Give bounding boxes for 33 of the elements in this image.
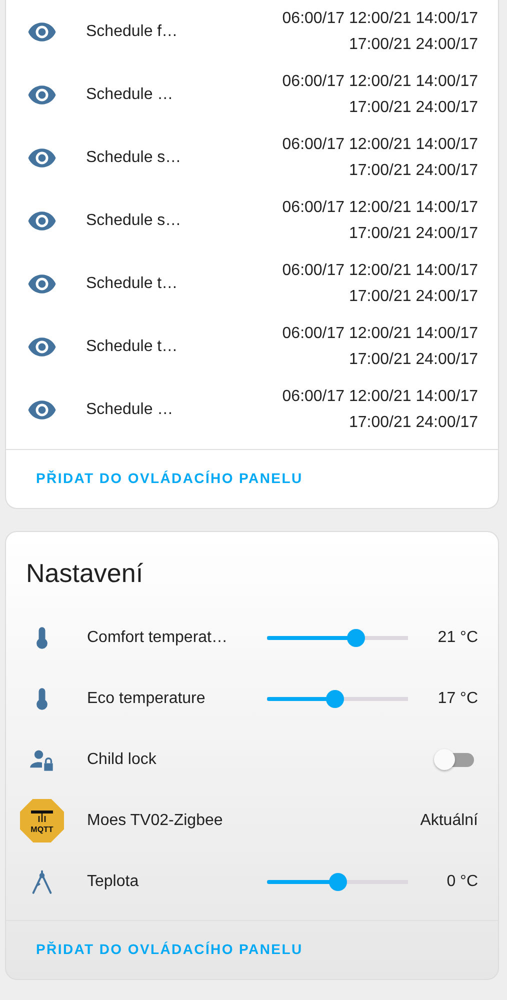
schedule-times: 17:00/21 24:00/17 bbox=[348, 34, 478, 54]
entity-name[interactable]: Moes TV02-Zigbee bbox=[87, 812, 223, 830]
entity-name[interactable]: Comfort temperat… bbox=[87, 628, 228, 646]
entity-name[interactable]: Schedule t… bbox=[86, 338, 178, 356]
entity-name[interactable]: Schedule s… bbox=[86, 212, 182, 230]
entity-name[interactable]: Schedule s… bbox=[86, 148, 182, 166]
entity-name[interactable]: Eco temperature bbox=[87, 690, 206, 708]
card-title: Nastavení bbox=[25, 557, 144, 590]
schedule-times: 17:00/21 24:00/17 bbox=[348, 350, 478, 370]
schedule-times: 06:00/17 12:00/21 14:00/17 bbox=[282, 8, 478, 28]
schedule-times: 17:00/21 24:00/17 bbox=[348, 160, 478, 180]
device-logo: MQTT bbox=[20, 798, 64, 842]
schedule-times: 06:00/17 12:00/21 14:00/17 bbox=[282, 386, 478, 406]
value-text: 17 °C bbox=[436, 690, 478, 708]
schedule-times: 06:00/17 12:00/21 14:00/17 bbox=[282, 324, 478, 344]
schedule-times: 17:00/21 24:00/17 bbox=[348, 98, 478, 118]
schedule-times: 17:00/21 24:00/17 bbox=[348, 224, 478, 244]
entity-name[interactable]: Schedule f… bbox=[86, 22, 178, 40]
entity-name[interactable]: Schedule t… bbox=[86, 274, 178, 292]
schedule-times: 17:00/21 24:00/17 bbox=[348, 412, 478, 432]
schedule-times: 17:00/21 24:00/17 bbox=[348, 286, 478, 306]
entity-name[interactable]: Teplota bbox=[87, 872, 139, 890]
schedule-times: 06:00/17 12:00/21 14:00/17 bbox=[282, 72, 478, 92]
entity-name[interactable]: Schedule … bbox=[86, 86, 174, 104]
schedule-times: 06:00/17 12:00/21 14:00/17 bbox=[282, 198, 478, 218]
toggle-switch[interactable] bbox=[432, 746, 476, 772]
entity-name[interactable]: Schedule … bbox=[86, 400, 174, 418]
value-text: 21 °C bbox=[436, 628, 478, 646]
schedule-times: 06:00/17 12:00/21 14:00/17 bbox=[282, 134, 478, 154]
value-text: 0 °C bbox=[446, 872, 478, 890]
state-text: Aktuální bbox=[420, 812, 478, 830]
schedule-times: 06:00/17 12:00/21 14:00/17 bbox=[282, 260, 478, 280]
entity-name[interactable]: Child lock bbox=[87, 750, 156, 768]
